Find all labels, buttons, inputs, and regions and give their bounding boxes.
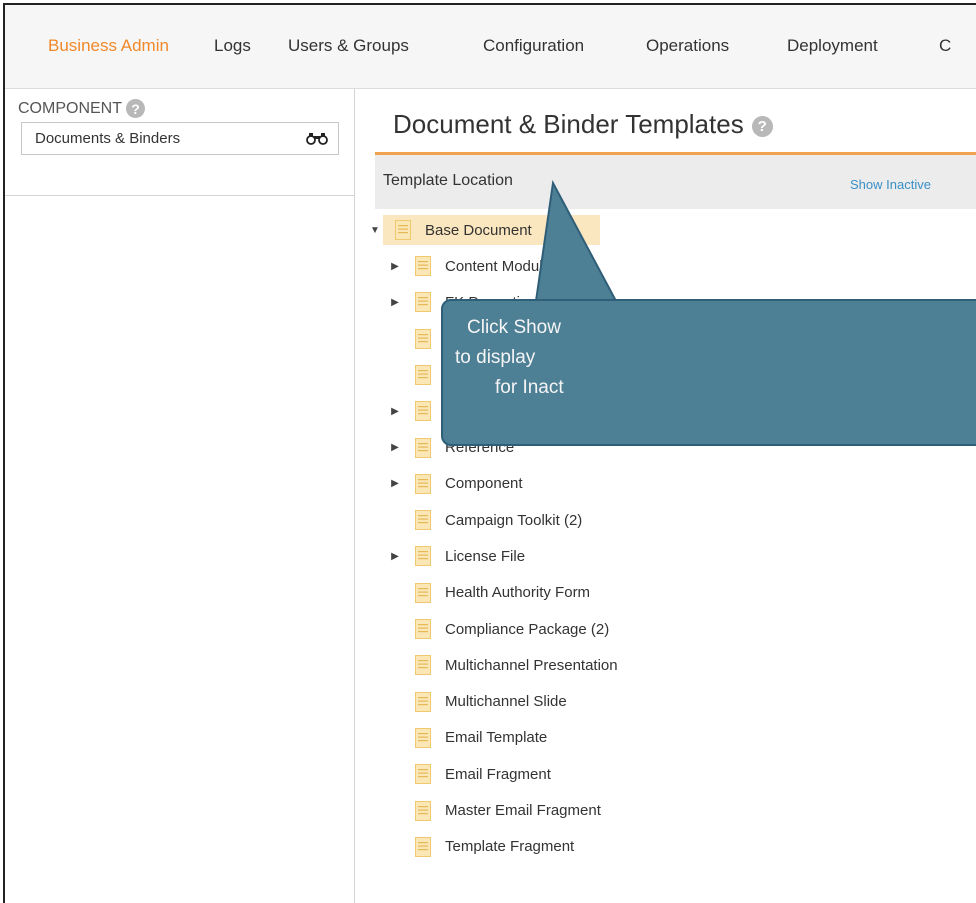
tree-item-label: Email Fragment [445, 765, 551, 783]
document-icon [415, 510, 431, 531]
component-panel: COMPONENT ? Documents & Binders [5, 89, 355, 903]
document-icon [415, 727, 431, 748]
document-icon [415, 800, 431, 821]
tree-item[interactable]: Health Authority Form [389, 579, 590, 607]
collapsed-arrow-icon[interactable]: ▶ [389, 551, 401, 562]
tab-users-groups[interactable]: Users & Groups [288, 36, 409, 56]
tree-root-base-document[interactable]: ▼ Base Document [369, 216, 532, 244]
page-title: Document & Binder Templates ? [393, 109, 773, 140]
document-icon [395, 220, 411, 240]
callout-line-1: Click Show [467, 317, 561, 338]
component-label: COMPONENT [18, 99, 122, 117]
tree-item-label: Compliance Package (2) [445, 620, 610, 638]
page-title-text: Document & Binder Templates [393, 109, 744, 139]
tree-item-label: Master Email Fragment [445, 802, 601, 819]
document-icon [415, 546, 431, 567]
tree-item[interactable]: Email Template [389, 724, 547, 752]
tree-item-label: Multichannel Presentation [445, 656, 618, 674]
document-icon [415, 401, 431, 422]
tab-operations[interactable]: Operations [646, 36, 729, 56]
tab-overflow[interactable]: C [939, 36, 951, 56]
callout-line-3: for Inact [495, 377, 564, 398]
tree-item[interactable]: ▶ License File [389, 542, 525, 570]
document-icon [415, 364, 431, 385]
tree-item[interactable]: Email Fragment [389, 760, 551, 788]
document-icon [415, 655, 431, 676]
collapsed-arrow-icon[interactable]: ▶ [389, 478, 401, 489]
document-icon [415, 473, 431, 494]
panel-divider [5, 195, 354, 196]
collapsed-arrow-icon[interactable]: ▶ [389, 406, 401, 417]
tree-item[interactable]: ▶ Component [389, 470, 523, 498]
tree-item-label: Multichannel Slide [445, 693, 567, 711]
binoculars-icon[interactable] [306, 132, 328, 145]
template-location-label: Template Location [383, 172, 513, 189]
tree-item-label: Base Document [425, 221, 532, 239]
help-icon[interactable]: ? [751, 116, 773, 137]
component-header: COMPONENT ? [18, 99, 145, 118]
tree-item-label: Email Template [445, 729, 548, 747]
tree-item-label: Health Authority Form [445, 584, 591, 602]
tree-item[interactable]: Master Email Fragment [389, 797, 601, 825]
tree-item-label: Content Module (1) [445, 257, 574, 275]
top-navigation: Business Admin Logs Users & Groups Confi… [5, 5, 976, 89]
document-icon [415, 582, 431, 603]
help-icon[interactable]: ? [126, 99, 145, 118]
document-icon [415, 328, 431, 349]
tree-item[interactable]: Campaign Toolkit (2) [389, 506, 582, 534]
tree-item-label: Template Fragment [445, 838, 575, 856]
expanded-arrow-icon[interactable]: ▼ [369, 225, 381, 236]
tree-item-label: License File [445, 547, 526, 565]
tree-item-label: Component [445, 475, 523, 493]
tree-item[interactable]: Multichannel Presentation [389, 651, 618, 679]
tree-item[interactable]: Compliance Package (2) [389, 615, 609, 643]
collapsed-arrow-icon[interactable]: ▶ [389, 261, 401, 272]
app-window: Business Admin Logs Users & Groups Confi… [3, 3, 976, 903]
tree-item[interactable]: ▶ Content Module (1) [389, 252, 573, 280]
tab-logs[interactable]: Logs [214, 36, 251, 56]
template-location-bar: Template Location Show Inactive [375, 155, 976, 209]
show-inactive-link[interactable]: Show Inactive [850, 177, 931, 192]
tab-configuration[interactable]: Configuration [483, 36, 584, 56]
tab-business-admin[interactable]: Business Admin [48, 36, 169, 56]
tree-item-label: Campaign Toolkit (2) [445, 511, 583, 529]
collapsed-arrow-icon[interactable]: ▶ [389, 442, 401, 453]
callout-line-2: to display [455, 347, 536, 368]
main-content: Document & Binder Templates ? Template L… [355, 89, 976, 903]
document-icon [415, 836, 431, 857]
tree-item[interactable]: Template Fragment [389, 833, 574, 861]
selected-component: Documents & Binders [35, 130, 181, 147]
component-selector[interactable]: Documents & Binders [21, 122, 339, 155]
callout-box: Click Show to display for Inact [441, 299, 976, 446]
collapsed-arrow-icon[interactable]: ▶ [389, 297, 401, 308]
document-icon [415, 256, 431, 276]
document-icon [415, 691, 431, 712]
tab-deployment[interactable]: Deployment [787, 36, 878, 56]
document-icon [415, 292, 431, 313]
document-icon [415, 764, 431, 785]
document-icon [415, 619, 431, 639]
document-icon [415, 437, 431, 458]
tree-item[interactable]: Multichannel Slide [389, 688, 567, 716]
